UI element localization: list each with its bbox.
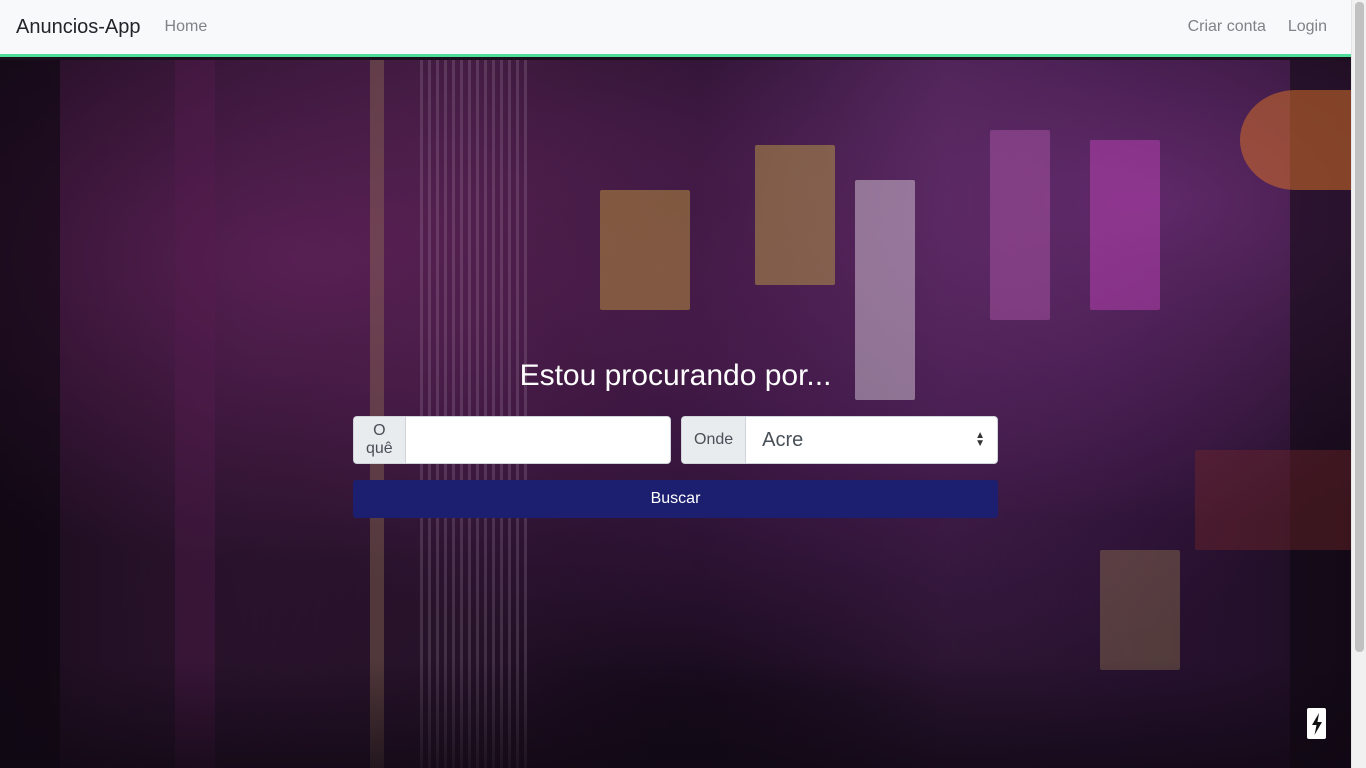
bg-sign (755, 145, 835, 285)
bg-sign-round (1240, 90, 1351, 190)
search-button[interactable]: Buscar (353, 480, 998, 518)
what-input[interactable] (405, 417, 670, 463)
bg-ground (0, 660, 1351, 768)
search-row: O quê Onde Acre ▲ ▼ (353, 416, 998, 464)
nav-home-link[interactable]: Home (165, 18, 208, 36)
where-input-group: Onde Acre ▲ ▼ (681, 416, 998, 464)
where-label: Onde (682, 417, 747, 463)
lightning-bolt-icon[interactable] (1307, 708, 1326, 739)
signup-link[interactable]: Criar conta (1188, 18, 1266, 36)
search-headline: Estou procurando por... (519, 359, 832, 392)
login-link[interactable]: Login (1288, 18, 1327, 36)
search-panel: Estou procurando por... O quê Onde Acre … (353, 356, 998, 518)
scrollbar-thumb[interactable] (1355, 2, 1364, 652)
lightning-bolt-glyph (1311, 712, 1322, 735)
brand-logo[interactable]: Anuncios-App (16, 16, 141, 39)
nav-right-group: Criar conta Login (1188, 18, 1335, 36)
what-label: O quê (354, 417, 406, 463)
what-input-group: O quê (353, 416, 671, 464)
page-scrollbar[interactable] (1351, 0, 1366, 768)
bg-sign (1195, 450, 1351, 550)
bg-sign (990, 130, 1050, 320)
where-select[interactable]: Acre ▲ ▼ (746, 417, 997, 463)
bg-sign (600, 190, 690, 310)
top-navbar: Anuncios-App Home Criar conta Login (0, 0, 1351, 57)
bg-sign (1100, 550, 1180, 670)
where-select-value: Acre (762, 428, 804, 451)
select-arrows-icon: ▲ ▼ (975, 430, 985, 449)
bg-sign (1090, 140, 1160, 310)
